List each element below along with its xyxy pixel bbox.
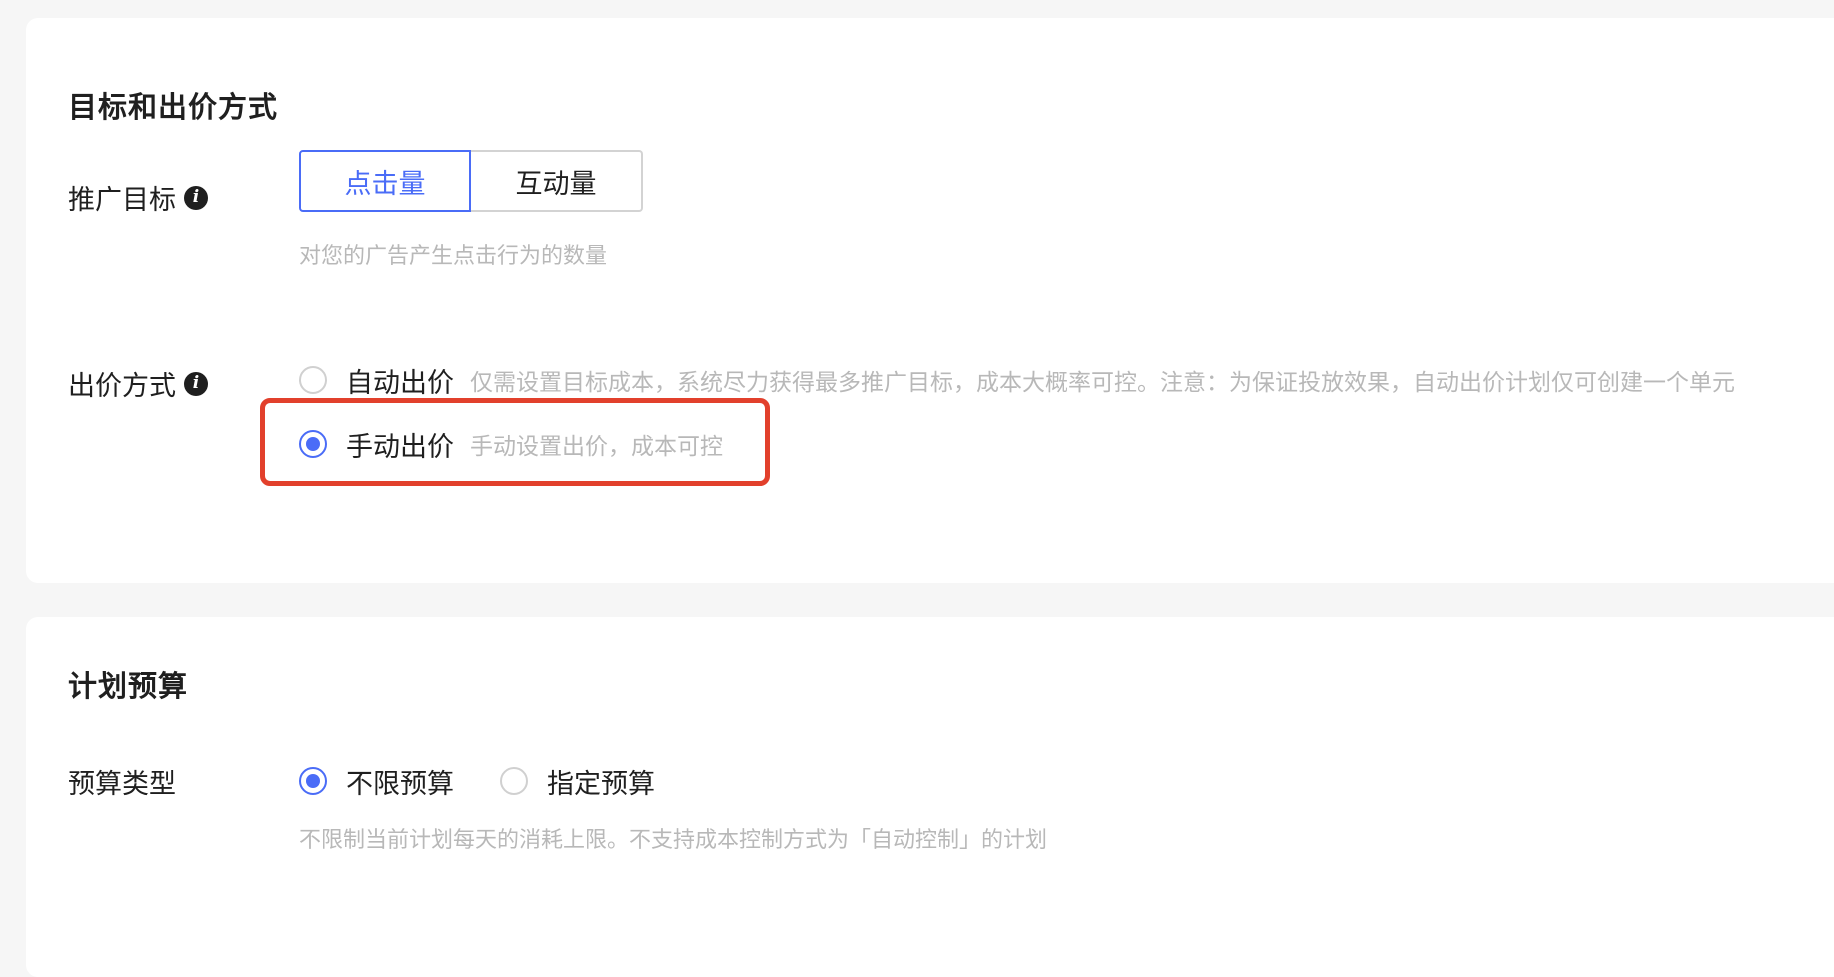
budget-type-label: 预算类型 xyxy=(68,762,176,801)
radio-unlimited-budget-label[interactable]: 不限预算 xyxy=(346,762,454,801)
section-title-goal: 目标和出价方式 xyxy=(68,90,279,124)
section-title-budget: 计划预算 xyxy=(68,669,189,703)
radio-manual-bid-desc: 手动设置出价，成本可控 xyxy=(470,434,723,460)
radio-auto-bid-circle[interactable] xyxy=(299,366,327,394)
promotion-goal-label: 推广目标 i xyxy=(68,178,208,217)
goal-and-bid-card: 目标和出价方式 推广目标 i 点击量 互动量 对您的广告产生点击行为的数量 出价… xyxy=(26,18,1834,583)
radio-manual-bid-circle[interactable] xyxy=(299,430,327,458)
radio-manual-bid-label[interactable]: 手动出价 xyxy=(346,425,454,464)
radio-dot xyxy=(306,774,320,788)
plan-budget-card: 计划预算 预算类型 不限预算 指定预算 不限制当前计划每天的消耗上限。不支持成本… xyxy=(26,617,1834,977)
bid-method-label: 出价方式 i xyxy=(68,364,208,403)
radio-manual-bid[interactable]: 手动出价 手动设置出价，成本可控 xyxy=(299,416,723,472)
radio-dot xyxy=(306,437,320,451)
budget-type-hint: 不限制当前计划每天的消耗上限。不支持成本控制方式为「自动控制」的计划 xyxy=(299,828,1048,853)
budget-type-label-text: 预算类型 xyxy=(68,769,176,800)
promotion-goal-segmented: 点击量 互动量 xyxy=(299,150,643,212)
promotion-goal-label-text: 推广目标 xyxy=(68,185,176,216)
radio-specified-budget-circle[interactable] xyxy=(500,767,528,795)
radio-specified-budget-label[interactable]: 指定预算 xyxy=(547,762,655,801)
info-icon[interactable]: i xyxy=(184,185,208,210)
segment-clicks[interactable]: 点击量 xyxy=(299,150,471,212)
budget-type-radios: 不限预算 指定预算 xyxy=(299,753,655,809)
info-icon[interactable]: i xyxy=(184,371,208,396)
radio-auto-bid-label[interactable]: 自动出价 xyxy=(346,361,454,400)
radio-auto-bid-desc: 仅需设置目标成本，系统尽力获得最多推广目标，成本大概率可控。注意：为保证投放效果… xyxy=(470,370,1735,396)
radio-unlimited-budget-circle[interactable] xyxy=(299,767,327,795)
bid-method-label-text: 出价方式 xyxy=(68,371,176,402)
promotion-goal-hint: 对您的广告产生点击行为的数量 xyxy=(299,244,608,269)
segment-interactions[interactable]: 互动量 xyxy=(471,150,643,212)
radio-auto-bid[interactable]: 自动出价 仅需设置目标成本，系统尽力获得最多推广目标，成本大概率可控。注意：为保… xyxy=(299,352,1735,408)
